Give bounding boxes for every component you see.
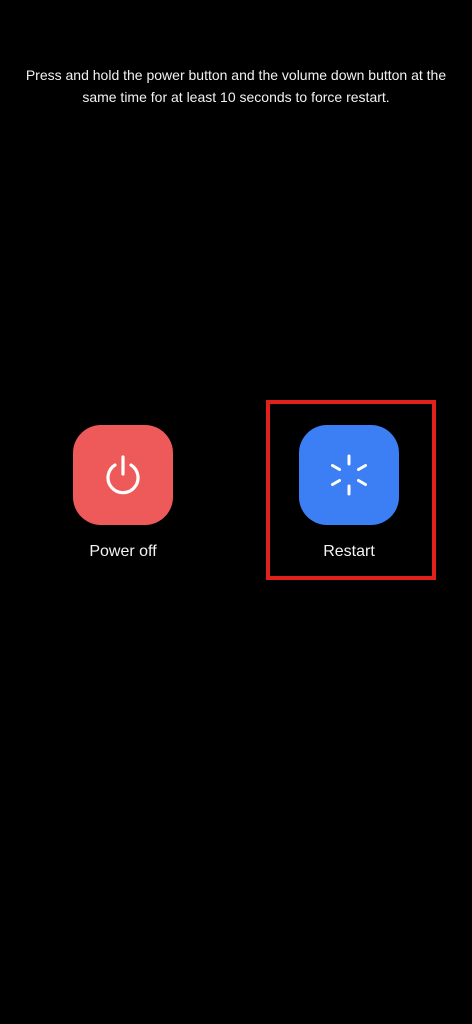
restart-action[interactable]: Restart [279,425,419,563]
restart-spinner-icon [331,454,367,496]
power-off-label: Power off [89,543,157,560]
restart-button[interactable] [299,425,399,525]
power-off-action[interactable]: Power off [53,425,193,563]
force-restart-hint: Press and hold the power button and the … [25,67,447,105]
power-icon [106,455,140,495]
restart-label: Restart [323,543,375,560]
power-off-button[interactable] [73,425,173,525]
